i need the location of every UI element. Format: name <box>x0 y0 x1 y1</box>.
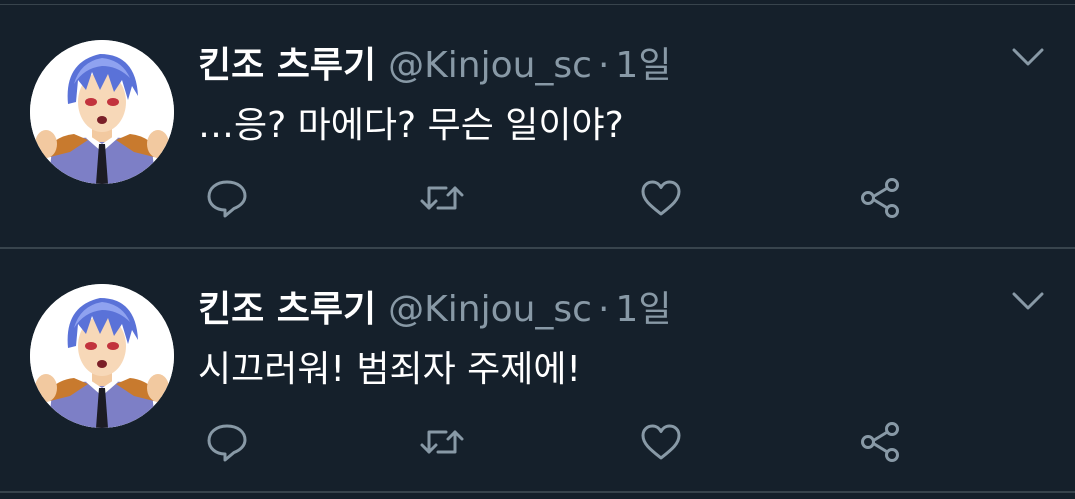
tweet-header: 킨조 츠루기 @Kinjou_sc · 1일 <box>198 284 671 336</box>
avatar[interactable] <box>30 40 174 184</box>
dot-separator: · <box>597 45 610 86</box>
tweet[interactable]: 킨조 츠루기 @Kinjou_sc · 1일 시끄러워! 범죄자 주제에! <box>0 250 1075 493</box>
display-name[interactable]: 킨조 츠루기 <box>198 289 376 330</box>
user-handle[interactable]: @Kinjou_sc <box>388 45 592 86</box>
timestamp[interactable]: 1일 <box>615 289 671 330</box>
chevron-down-icon[interactable] <box>1008 42 1048 72</box>
tweet-text: …응? 마에다? 무슨 일이야? <box>198 105 624 146</box>
dot-separator: · <box>597 289 610 330</box>
display-name[interactable]: 킨조 츠루기 <box>198 45 376 86</box>
heart-icon[interactable] <box>637 420 685 464</box>
user-handle[interactable]: @Kinjou_sc <box>388 289 592 330</box>
share-icon[interactable] <box>856 420 904 464</box>
avatar[interactable] <box>30 284 174 428</box>
reply-icon[interactable] <box>203 176 251 220</box>
tweet[interactable]: 킨조 츠루기 @Kinjou_sc · 1일 …응? 마에다? 무슨 일이야? <box>0 6 1075 249</box>
timestamp[interactable]: 1일 <box>615 45 671 86</box>
retweet-icon[interactable] <box>418 420 466 464</box>
chevron-down-icon[interactable] <box>1008 286 1048 316</box>
share-icon[interactable] <box>856 176 904 220</box>
tweet-header: 킨조 츠루기 @Kinjou_sc · 1일 <box>198 40 671 92</box>
retweet-icon[interactable] <box>418 176 466 220</box>
tweet-text: 시끄러워! 범죄자 주제에! <box>198 349 581 390</box>
reply-icon[interactable] <box>203 420 251 464</box>
heart-icon[interactable] <box>637 176 685 220</box>
top-divider <box>0 4 1075 5</box>
